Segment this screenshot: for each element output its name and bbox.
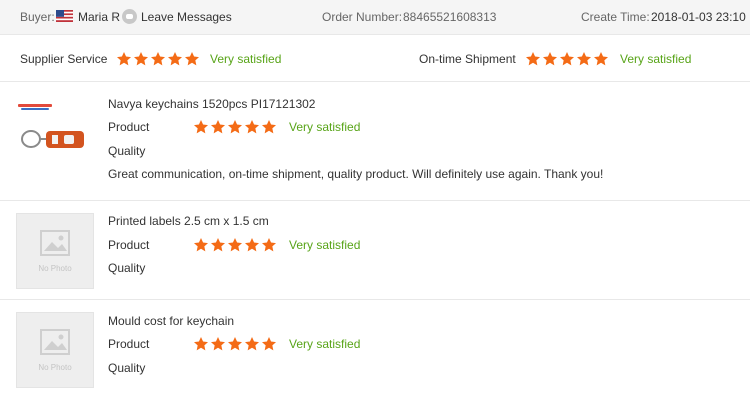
list-item: Navya keychains 1520pcs PI17121302 Produ… [0,83,750,201]
star-icon [194,337,208,351]
chat-icon[interactable] [122,9,137,24]
quality-label: Quality [108,261,146,275]
star-icon [262,120,276,134]
leave-messages-link[interactable]: Leave Messages [141,10,232,24]
star-icon [228,337,242,351]
quality-label: Quality [108,361,146,375]
supplier-service-label: Supplier Service [20,52,108,66]
product-quality-stars [193,237,277,253]
star-icon [134,52,148,66]
product-label: Product [108,238,150,252]
no-photo-label: No Photo [38,363,72,372]
star-icon [117,52,131,66]
on-time-shipment-rating-text: Very satisfied [620,52,692,66]
buyer-name: Maria R [78,10,121,24]
item-name: Navya keychains 1520pcs PI17121302 [108,97,316,111]
create-time-value: 2018-01-03 23:10 [651,10,746,24]
star-icon [228,238,242,252]
on-time-shipment-label: On-time Shipment [419,52,516,66]
on-time-shipment-stars [525,51,609,67]
no-photo-thumbnail: No Photo [16,312,94,388]
supplier-service-rating-text: Very satisfied [210,52,282,66]
review-comment: Great communication, on-time shipment, q… [108,167,604,181]
star-icon [543,52,557,66]
star-icon [560,52,574,66]
star-icon [245,238,259,252]
item-name: Printed labels 2.5 cm x 1.5 cm [108,214,269,228]
product-label: Product [108,337,150,351]
star-icon [194,238,208,252]
image-placeholder-icon [40,230,70,256]
star-icon [194,120,208,134]
product-rating-text: Very satisfied [289,337,361,351]
star-icon [185,52,199,66]
order-number-link[interactable]: 88465521608313 [403,10,496,24]
supplier-rating-row: Supplier Service Very satisfied On-time … [0,36,750,82]
star-icon [168,52,182,66]
star-icon [526,52,540,66]
create-time-label: Create Time: [581,10,650,24]
product-label: Product [108,120,150,134]
star-icon [245,337,259,351]
product-quality-stars [193,336,277,352]
brand-logo-icon [18,104,52,110]
product-rating-text: Very satisfied [289,120,361,134]
item-name: Mould cost for keychain [108,314,235,328]
star-icon [594,52,608,66]
supplier-service-stars [116,51,200,67]
buyer-label: Buyer: [20,10,55,24]
star-icon [262,238,276,252]
image-placeholder-icon [40,329,70,355]
order-header: Buyer: Maria R Leave Messages Order Numb… [0,0,750,35]
list-item: No Photo Mould cost for keychain Product… [0,300,750,400]
no-photo-label: No Photo [38,264,72,273]
star-icon [228,120,242,134]
star-icon [211,337,225,351]
list-item: No Photo Printed labels 2.5 cm x 1.5 cm … [0,201,750,300]
no-photo-thumbnail: No Photo [16,213,94,289]
star-icon [577,52,591,66]
star-icon [211,120,225,134]
star-icon [245,120,259,134]
product-rating-text: Very satisfied [289,238,361,252]
star-icon [151,52,165,66]
star-icon [211,238,225,252]
order-number-label: Order Number: [322,10,403,24]
keychain-photo[interactable] [20,126,86,152]
quality-label: Quality [108,144,146,158]
product-quality-stars [193,119,277,135]
us-flag-icon [56,10,73,22]
star-icon [262,337,276,351]
